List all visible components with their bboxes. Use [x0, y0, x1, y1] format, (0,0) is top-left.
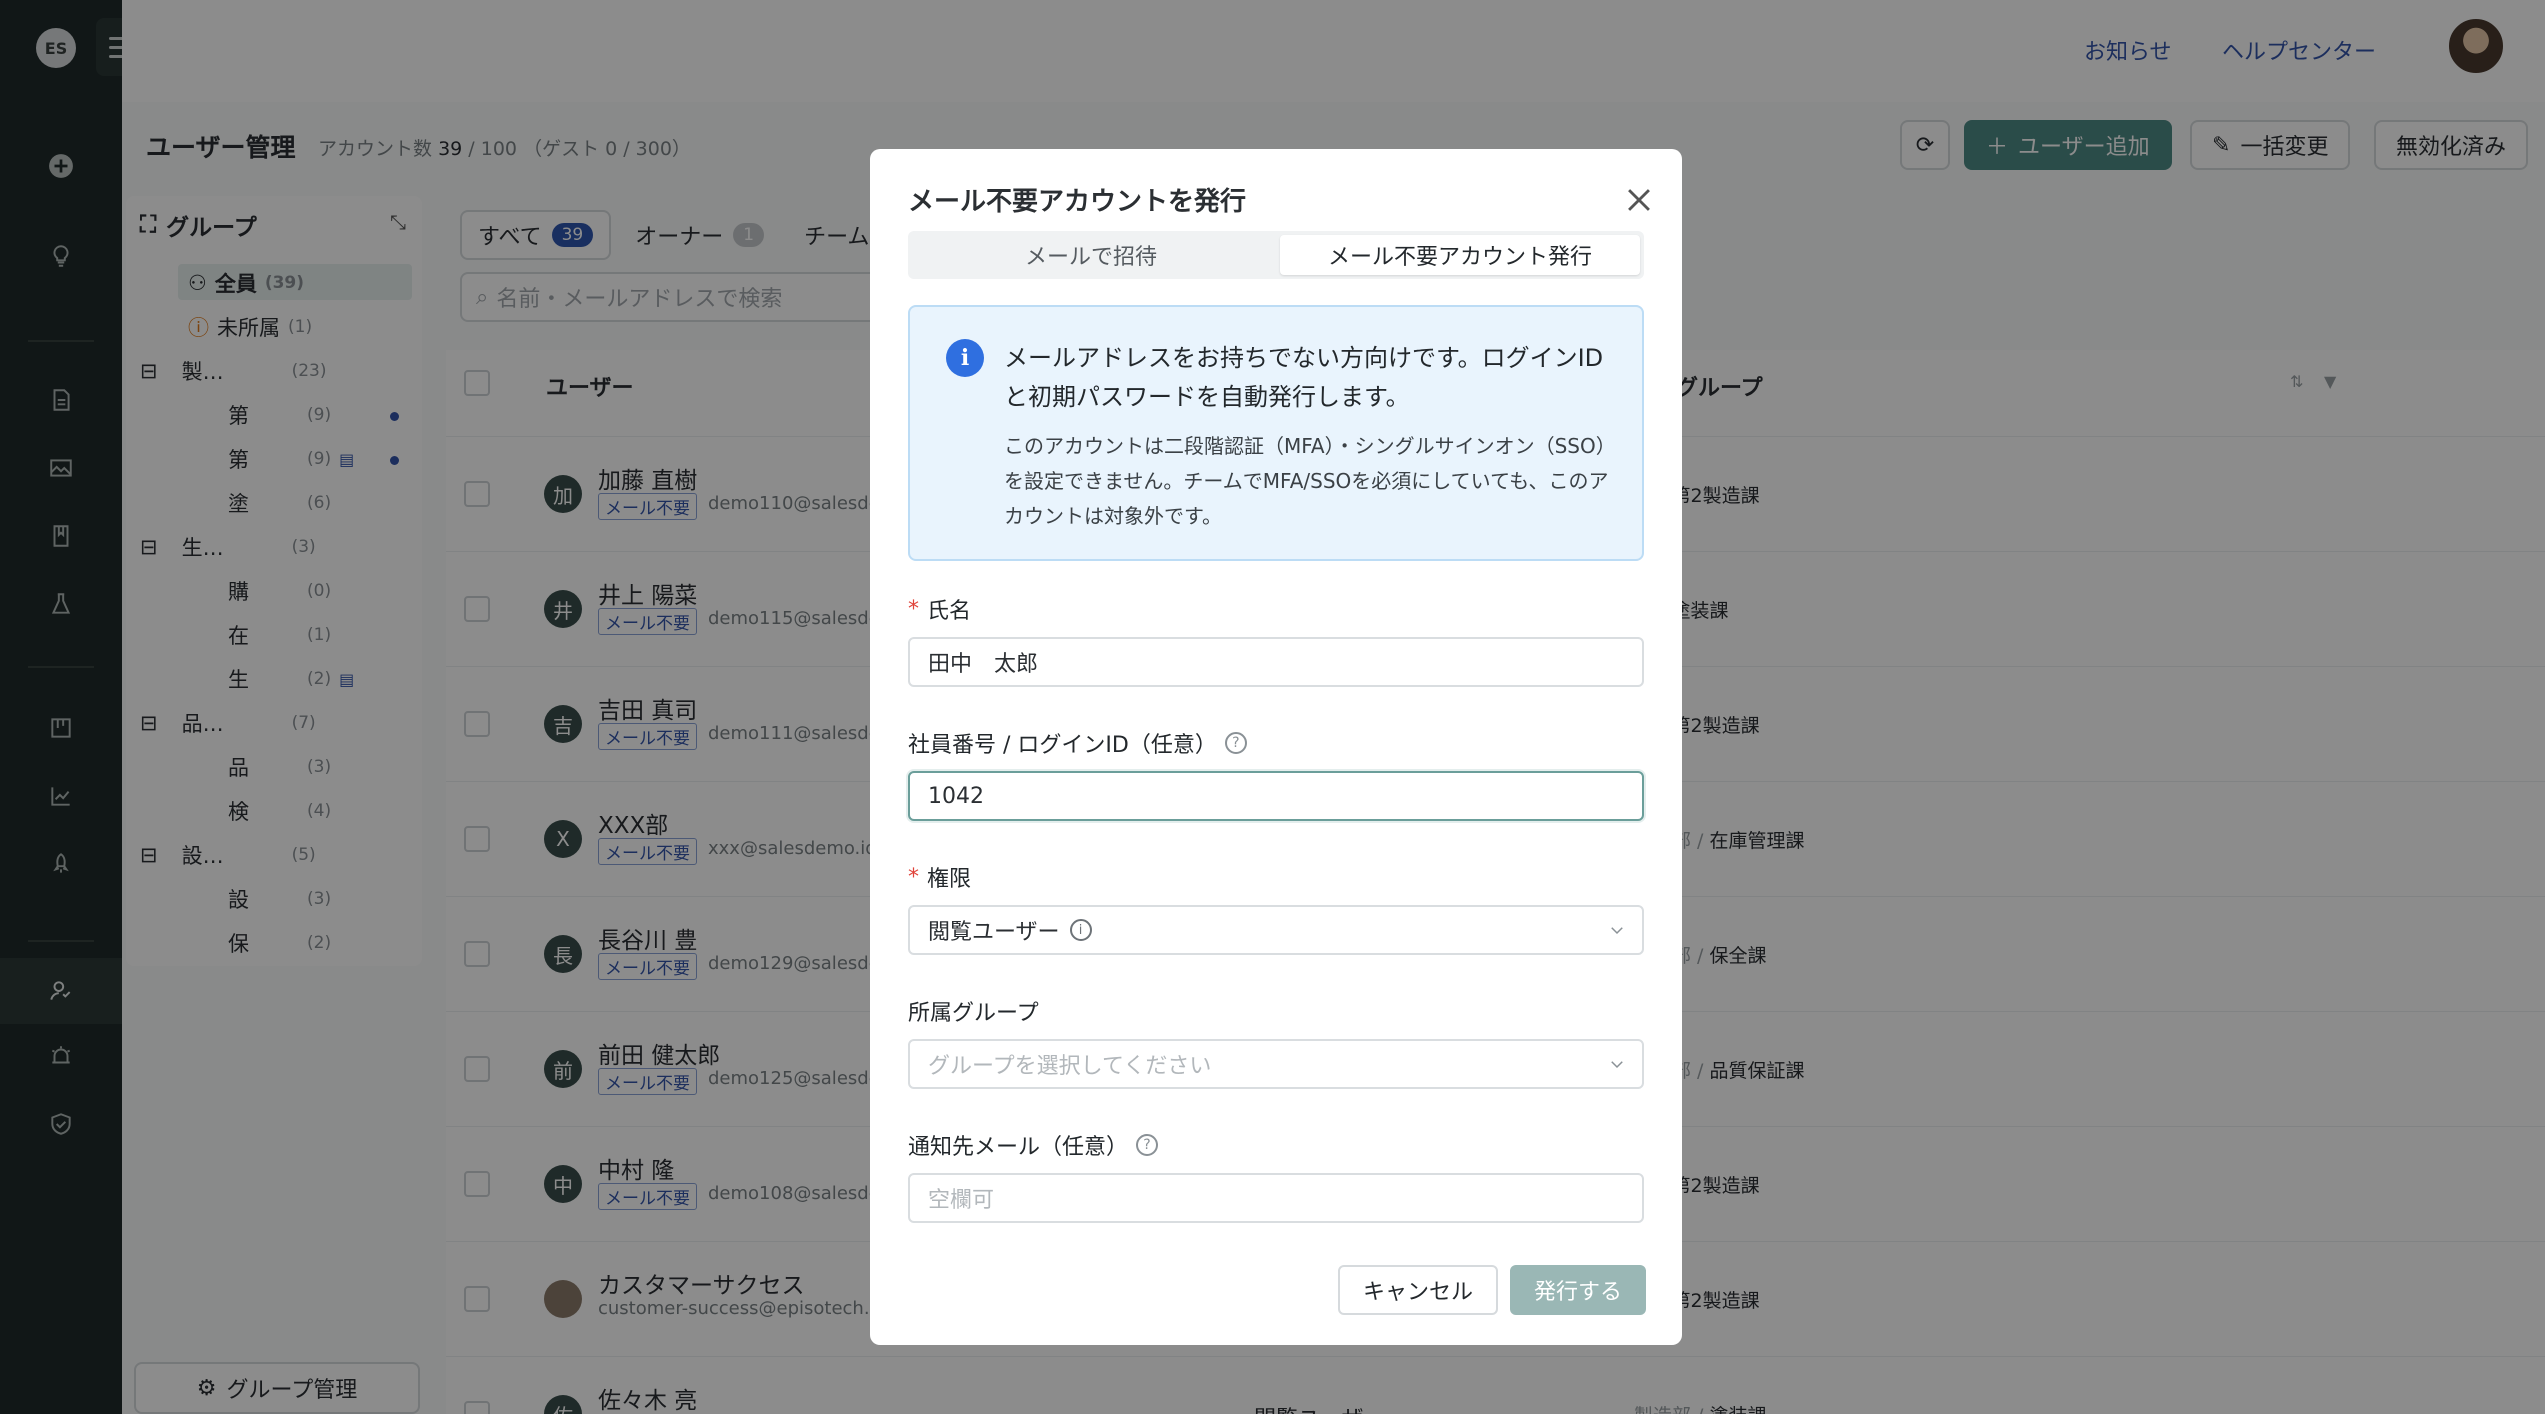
notify-email-label-text: 通知先メール（任意）: [908, 1135, 1129, 1160]
info-icon: i: [946, 339, 984, 377]
employee-id-field[interactable]: 1042: [908, 771, 1644, 821]
group-label-text: 所属グループ: [908, 1001, 1039, 1026]
employee-id-label-text: 社員番号 / ログインID（任意）: [908, 733, 1217, 758]
group-placeholder: グループを選択してください: [928, 1054, 1212, 1079]
tab-no-email-account[interactable]: メール不要アカウント発行: [1280, 235, 1640, 275]
info-circle-icon[interactable]: i: [1069, 919, 1092, 941]
info-banner: i メールアドレスをお持ちでない方向けです。ログインIDと初期パスワードを自動発…: [908, 305, 1644, 561]
required-mark: *: [908, 596, 919, 622]
required-mark: *: [908, 864, 919, 890]
tab-email-invite[interactable]: メールで招待: [912, 235, 1270, 275]
employee-id-label: 社員番号 / ログインID（任意）?: [908, 727, 1247, 759]
role-label-text: 権限: [927, 867, 972, 892]
close-icon[interactable]: [1622, 183, 1656, 217]
group-label: 所属グループ: [908, 995, 1039, 1027]
info-main-text: メールアドレスをお持ちでない方向けです。ログインIDと初期パスワードを自動発行し…: [1004, 344, 1604, 411]
role-select[interactable]: 閲覧ユーザー i: [908, 905, 1644, 955]
chevron-down-icon: [1611, 927, 1623, 935]
issue-button[interactable]: 発行する: [1510, 1265, 1646, 1315]
issue-account-modal: メール不要アカウントを発行 メールで招待 メール不要アカウント発行 i メールア…: [870, 149, 1682, 1345]
role-value: 閲覧ユーザー: [928, 920, 1060, 945]
help-icon[interactable]: ?: [1136, 1134, 1159, 1156]
invite-mode-switch: メールで招待 メール不要アカウント発行: [908, 231, 1644, 279]
modal-title: メール不要アカウントを発行: [908, 187, 1247, 217]
notify-email-placeholder: 空欄可: [928, 1188, 995, 1213]
name-label: * 氏名: [908, 593, 971, 625]
employee-id-value: 1042: [928, 783, 984, 809]
cancel-button[interactable]: キャンセル: [1338, 1265, 1498, 1315]
notify-email-field[interactable]: 空欄可: [908, 1173, 1644, 1223]
name-label-text: 氏名: [927, 599, 972, 624]
info-sub-text: このアカウントは二段階認証（MFA）・シングルサインオン（SSO）を設定できませ…: [1004, 434, 1616, 528]
role-label: * 権限: [908, 861, 971, 893]
notify-email-label: 通知先メール（任意）?: [908, 1129, 1159, 1161]
name-value: 田中 太郎: [928, 652, 1039, 677]
chevron-down-icon: [1611, 1061, 1623, 1069]
group-select[interactable]: グループを選択してください: [908, 1039, 1644, 1089]
help-icon[interactable]: ?: [1224, 732, 1247, 754]
name-field[interactable]: 田中 太郎: [908, 637, 1644, 687]
